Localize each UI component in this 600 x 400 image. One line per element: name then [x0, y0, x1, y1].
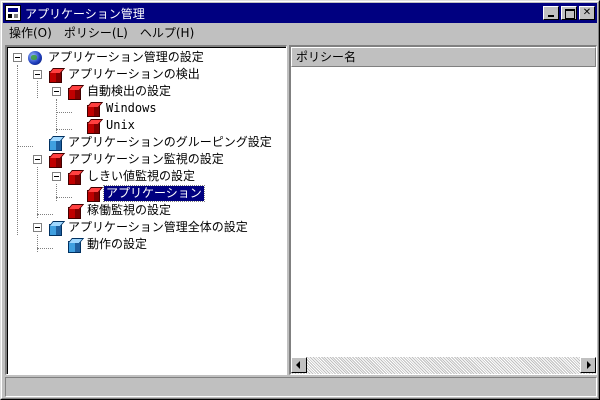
tree-node-label: しきい値監視の設定 — [87, 169, 196, 183]
tree-node-behavior[interactable]: 動作の設定 — [66, 236, 149, 253]
scroll-right-button[interactable] — [580, 357, 596, 373]
red-cube-icon — [47, 152, 63, 168]
tree-node-label: Windows — [106, 101, 157, 115]
tree-node-label: 自動検出の設定 — [87, 84, 172, 98]
tree-node-label: 動作の設定 — [87, 237, 148, 251]
tree-node-unix[interactable]: Unix — [85, 117, 137, 134]
tree-node-label: アプリケーション管理全体の設定 — [68, 220, 248, 234]
red-cube-icon — [66, 169, 82, 185]
tree-node-windows[interactable]: Windows — [85, 100, 159, 117]
blue-cube-icon — [66, 237, 82, 253]
tree-line — [56, 129, 72, 130]
red-cube-icon — [66, 203, 82, 219]
tree-line — [56, 184, 57, 201]
tree-node-label: 稼働監視の設定 — [87, 203, 172, 217]
close-button[interactable]: ✕ — [579, 6, 595, 20]
app-icon[interactable] — [5, 5, 21, 21]
title-bar[interactable]: アプリケーション管理 ✕ — [3, 3, 597, 23]
blue-cube-icon — [47, 135, 63, 151]
tree-line — [56, 197, 72, 198]
tree-node-global[interactable]: アプリケーション管理全体の設定 — [47, 219, 250, 236]
collapse-root[interactable] — [13, 53, 22, 62]
tree-node-grouping[interactable]: アプリケーションのグルーピング設定 — [47, 134, 274, 151]
tree-node-label: アプリケーションのグルーピング設定 — [68, 135, 272, 149]
tree-node-detection[interactable]: アプリケーションの検出 — [47, 66, 202, 83]
blue-cube-icon — [47, 220, 63, 236]
collapse-global[interactable] — [33, 223, 42, 232]
maximize-button[interactable] — [561, 6, 577, 20]
collapse-threshold[interactable] — [52, 172, 61, 181]
column-header-policy-name[interactable]: ポリシー名 — [291, 47, 596, 67]
menu-operation[interactable]: 操作(O) — [3, 24, 58, 42]
tree-node-label: アプリケーション監視の設定 — [68, 152, 224, 166]
menu-help[interactable]: ヘルプ(H) — [134, 24, 200, 42]
window-controls: ✕ — [541, 6, 595, 20]
window-title: アプリケーション管理 — [25, 6, 145, 21]
scroll-left-button[interactable] — [291, 357, 307, 373]
main-window: アプリケーション管理 ✕ 操作(O) ポリシー(L) ヘルプ(H) アプリケーシ… — [0, 0, 600, 400]
tree-node-label-selected: アプリケーション — [103, 185, 205, 202]
collapse-monitoring[interactable] — [33, 155, 42, 164]
tree-line — [17, 65, 18, 235]
collapse-detection[interactable] — [33, 70, 42, 79]
tree-node-monitoring[interactable]: アプリケーション監視の設定 — [47, 151, 226, 168]
tree-node-threshold[interactable]: しきい値監視の設定 — [66, 168, 197, 185]
tree-line — [37, 235, 38, 252]
tree-node-root[interactable]: アプリケーション管理の設定 — [27, 49, 206, 66]
tree-line — [37, 167, 38, 218]
menu-bar: 操作(O) ポリシー(L) ヘルプ(H) — [3, 23, 597, 43]
tree-node-auto-detect[interactable]: 自動検出の設定 — [66, 83, 173, 100]
tree-node-label: アプリケーション管理の設定 — [48, 50, 204, 64]
tree-line — [56, 112, 72, 113]
menu-policy[interactable]: ポリシー(L) — [58, 24, 134, 42]
red-cube-icon — [85, 186, 101, 202]
tree-pane[interactable]: アプリケーション管理の設定 アプリケーションの検出 自動検出の設定 Window… — [5, 45, 287, 375]
status-bar — [5, 377, 597, 397]
horizontal-scrollbar[interactable] — [291, 357, 596, 374]
tree-node-operation-monitor[interactable]: 稼働監視の設定 — [66, 202, 173, 219]
tree-node-label: アプリケーションの検出 — [68, 67, 200, 81]
globe-icon — [27, 50, 43, 66]
collapse-auto-detect[interactable] — [52, 87, 61, 96]
tree-line — [56, 99, 57, 133]
red-cube-icon — [85, 118, 101, 134]
tree-line — [37, 248, 53, 249]
tree-line — [17, 146, 33, 147]
tree-node-application[interactable]: アプリケーション — [85, 185, 205, 202]
minimize-button[interactable] — [543, 6, 559, 20]
red-cube-icon — [47, 67, 63, 83]
tree-node-label: Unix — [106, 118, 135, 132]
red-cube-icon — [66, 84, 82, 100]
tree-line — [37, 81, 38, 98]
policy-list-pane[interactable]: ポリシー名 — [289, 45, 597, 375]
red-cube-icon — [85, 101, 101, 117]
tree-line — [37, 214, 53, 215]
